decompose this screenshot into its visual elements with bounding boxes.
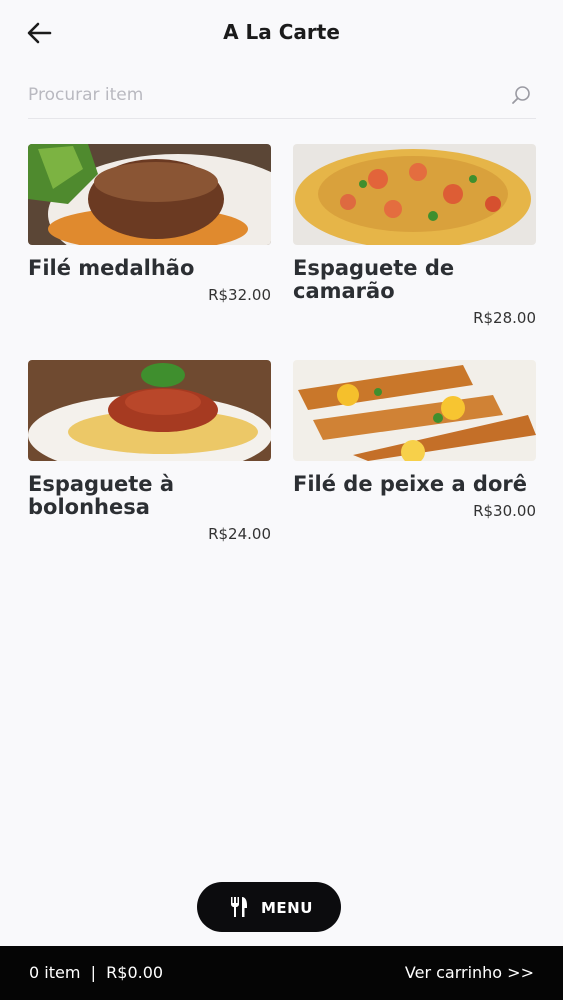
item-name: Filé medalhão <box>28 256 195 280</box>
menu-button[interactable]: MENU <box>197 882 341 932</box>
app-header: A La Carte <box>0 0 563 66</box>
page-title: A La Carte <box>223 20 340 44</box>
menu-item-card[interactable]: Espaguete à bolonhesa R$24.00 <box>28 360 271 543</box>
item-name: Espaguete de camarão <box>293 256 455 303</box>
file-peixe-image <box>293 360 536 461</box>
item-price: R$32.00 <box>208 286 271 304</box>
item-name: Espaguete à bolonhesa <box>28 472 175 519</box>
espaguete-bolonhesa-image <box>28 360 271 461</box>
menu-item-card[interactable]: Espaguete de camarão R$28.00 <box>293 144 536 327</box>
cart-footer: 0 item | R$0.00 Ver carrinho >> <box>0 946 563 1000</box>
item-price: R$30.00 <box>473 502 536 520</box>
espaguete-camarao-image <box>293 144 536 245</box>
item-price: R$24.00 <box>208 525 271 543</box>
menu-item-card[interactable]: Filé medalhão R$32.00 <box>28 144 271 304</box>
file-medalhao-image <box>28 144 271 245</box>
search-bar <box>28 76 536 119</box>
item-price: R$28.00 <box>473 309 536 327</box>
item-name: Filé de peixe a dorê <box>293 472 527 496</box>
menu-button-label: MENU <box>261 899 313 917</box>
cart-summary: 0 item | R$0.00 <box>29 963 164 982</box>
search-input[interactable] <box>28 80 488 110</box>
view-cart-link[interactable]: Ver carrinho >> <box>405 963 534 982</box>
menu-item-card[interactable]: Filé de peixe a dorê R$30.00 <box>293 360 536 520</box>
search-icon[interactable] <box>510 84 532 106</box>
fork-knife-icon <box>231 897 247 917</box>
